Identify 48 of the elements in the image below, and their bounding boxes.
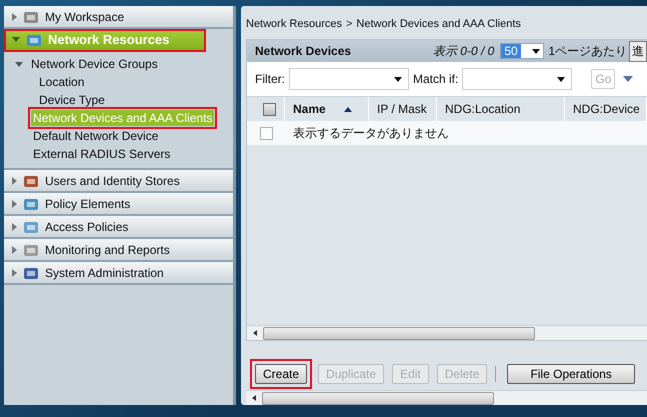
dropdown-arrow-icon [557,76,566,82]
section-label: My Workspace [45,10,124,24]
nav-section[interactable]: My Workspace [4,6,233,29]
nav-section[interactable]: Policy Elements [4,193,233,216]
expand-arrow-icon[interactable] [12,268,17,276]
breadcrumb-item[interactable]: Network Devices and AAA Clients [356,18,521,30]
section-label: Monitoring and Reports [45,242,170,256]
empty-message: 表示するデータがありません [293,124,449,142]
go-button[interactable]: 進 [629,40,647,62]
expand-arrow-icon[interactable] [12,222,17,230]
tree-item[interactable]: Device Type [37,92,107,108]
section-label: Network Resources [48,32,170,47]
tree-item[interactable]: Default Network Device [31,128,160,144]
expand-arrow-icon[interactable] [12,200,17,208]
expand-arrow-icon[interactable] [12,37,20,42]
expand-arrow-icon[interactable] [15,62,23,66]
tree-item[interactable]: Location [37,74,86,90]
page-size-select[interactable]: 50 [500,43,544,60]
horizontal-scrollbar[interactable] [247,325,647,340]
nav-section[interactable]: Users and Identity Stores [4,170,233,193]
dropdown-arrow-icon [394,76,402,82]
tree-item[interactable]: External RADIUS Servers [31,146,172,162]
breadcrumb-item[interactable]: Network Resources [246,18,342,30]
select-all-checkbox[interactable] [263,102,276,116]
nav-section[interactable]: Access Policies [4,216,233,239]
nav-section[interactable]: System Administration [4,262,233,285]
action-button[interactable]: Create [255,364,308,384]
action-button[interactable]: File Operations [507,364,635,384]
sort-arrow-icon [344,106,352,112]
expand-arrow-icon[interactable] [12,12,17,20]
section-label: System Administration [45,266,164,280]
horizontal-scrollbar[interactable] [246,390,647,405]
section-label: Access Policies [45,220,128,234]
breadcrumb-separator: > [346,18,352,30]
expand-arrow-icon[interactable] [12,176,17,184]
paging-range: 表示 0-0 / 0 [432,42,494,60]
expand-arrow-icon[interactable] [12,246,17,254]
grid-title: Network Devices [255,44,352,58]
dropdown-arrow-icon [532,48,540,54]
section-label: Users and Identity Stores [45,174,180,188]
section-label: Policy Elements [45,196,130,210]
filter-label: Filter: [255,72,285,86]
nav-section[interactable]: Monitoring and Reports [4,239,233,262]
tree-item[interactable]: Network Device Groups [29,56,160,72]
per-page-label: 1ページあたり [548,42,627,60]
row-checkbox[interactable] [260,126,272,140]
dropdown-arrow-icon[interactable] [623,76,634,82]
match-label: Match if: [413,72,458,86]
